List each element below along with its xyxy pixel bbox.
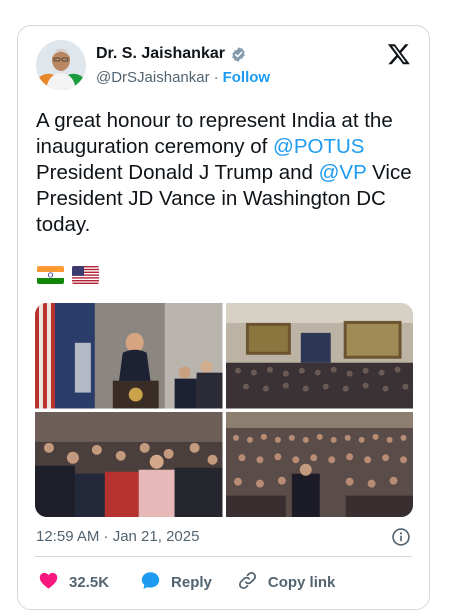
author-handle[interactable]: @DrSJaishankar xyxy=(96,69,210,86)
media-grid xyxy=(35,303,413,517)
india-flag-icon xyxy=(37,266,64,284)
link-icon xyxy=(237,570,258,595)
tweet-card: Dr. S. Jaishankar @DrSJaishankar · Follo… xyxy=(17,25,430,610)
photo-audience[interactable] xyxy=(225,411,413,517)
heart-icon xyxy=(38,570,59,595)
tweet-timestamp[interactable]: 12:59 AM · Jan 21, 2025 xyxy=(36,528,199,545)
reply-bubble-icon xyxy=(140,570,161,595)
avatar[interactable] xyxy=(36,40,86,90)
tweet-text-part: President Donald J Trump and xyxy=(36,161,319,184)
follow-button[interactable]: Follow xyxy=(223,69,271,86)
photo-ceremony-crowd[interactable] xyxy=(35,411,223,517)
photo-podium[interactable] xyxy=(35,303,223,409)
like-button[interactable]: 32.5K xyxy=(38,570,109,595)
tweet-text: A great honour to represent India at the… xyxy=(36,108,421,238)
author-name[interactable]: Dr. S. Jaishankar xyxy=(96,45,225,63)
verified-badge-icon xyxy=(230,46,247,63)
divider xyxy=(35,556,412,557)
action-bar: 32.5K Reply Copy link xyxy=(38,570,335,595)
photo-rotunda[interactable] xyxy=(225,303,413,409)
separator-dot: · xyxy=(213,69,219,86)
mention-potus-link[interactable]: @POTUS xyxy=(273,135,364,158)
author-name-row: Dr. S. Jaishankar xyxy=(96,45,247,63)
x-logo-icon[interactable] xyxy=(387,42,411,66)
flag-emojis xyxy=(37,266,99,284)
copy-link-label: Copy link xyxy=(267,574,336,591)
like-count: 32.5K xyxy=(69,574,110,591)
author-handle-row: @DrSJaishankar · Follow xyxy=(96,69,270,86)
us-flag-icon xyxy=(72,266,99,284)
reply-button[interactable]: Reply xyxy=(140,570,212,595)
reply-label: Reply xyxy=(171,574,212,591)
mention-vp-link[interactable]: @VP xyxy=(319,161,367,184)
info-icon[interactable] xyxy=(391,527,411,547)
copy-link-button[interactable]: Copy link xyxy=(237,570,336,595)
